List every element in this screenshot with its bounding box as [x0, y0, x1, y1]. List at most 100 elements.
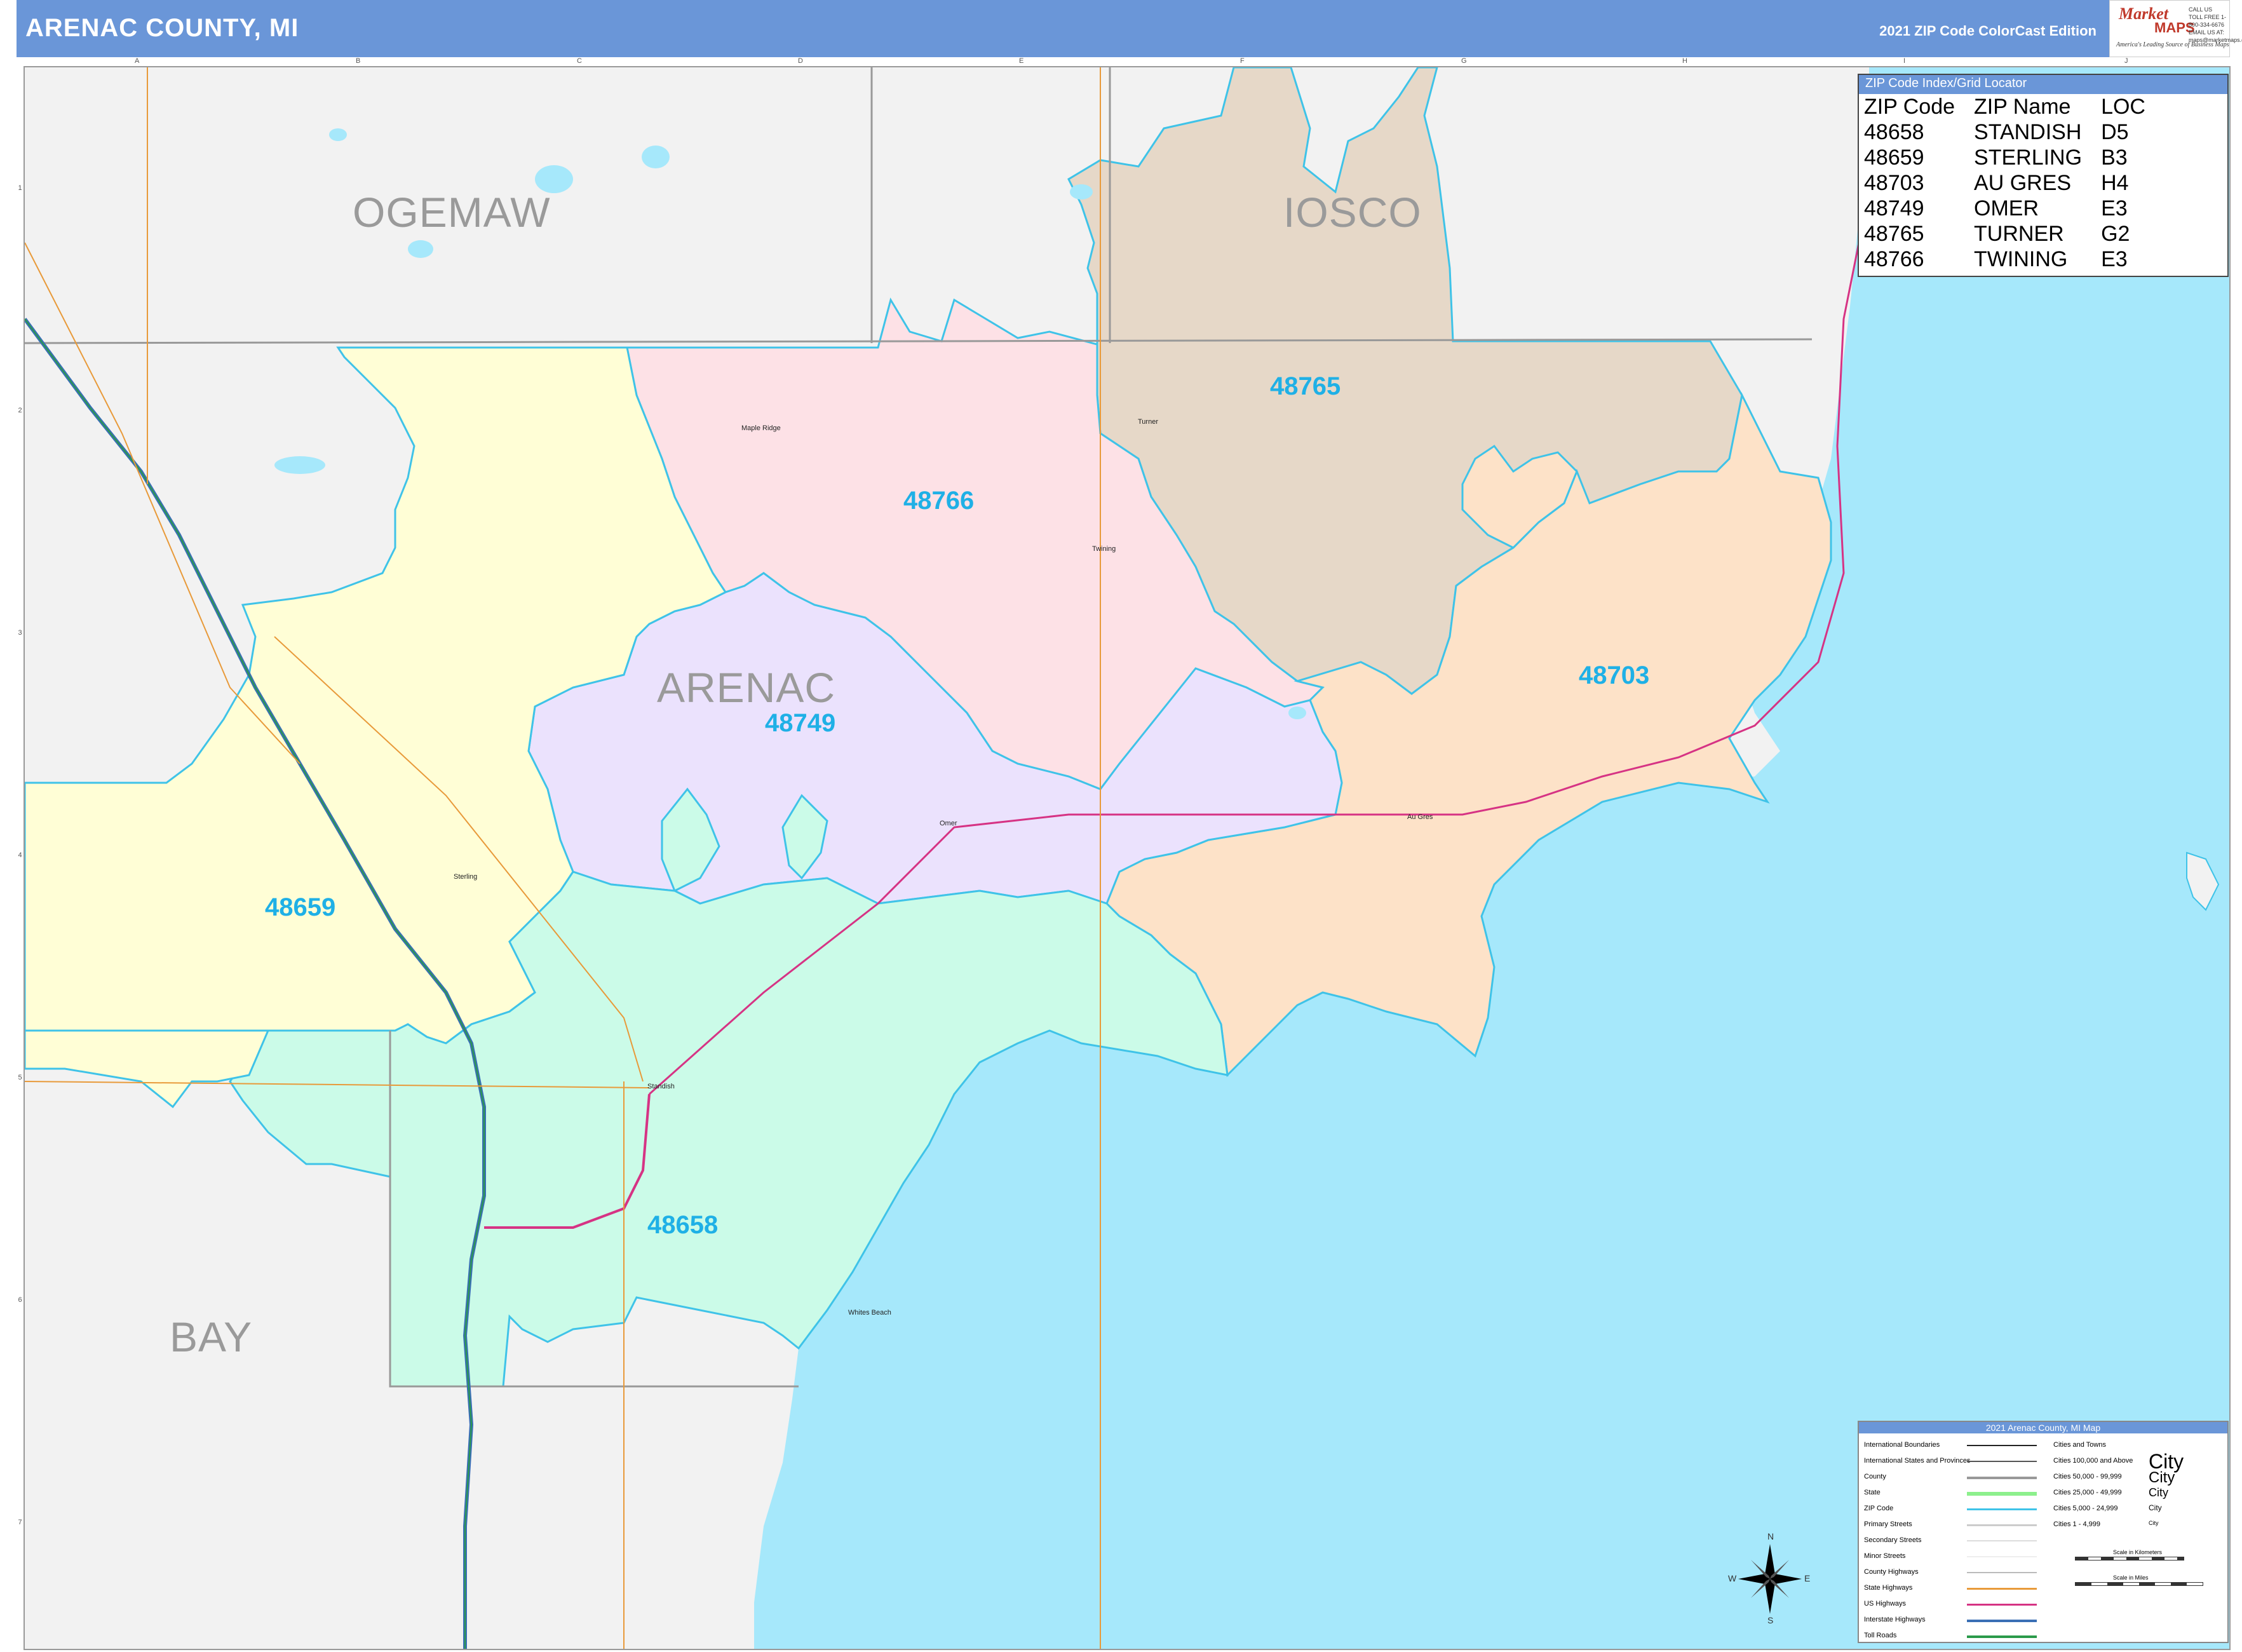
legend-item: International States and Provinces [1864, 1457, 1971, 1465]
legend-item: County [1864, 1473, 1886, 1480]
legend-swatch [1967, 1524, 2037, 1526]
zip-index-title: ZIP Code Index/Grid Locator [1859, 75, 2227, 94]
legend-swatch [1967, 1620, 2037, 1622]
zip-name-cell: TWINING [1974, 247, 2068, 271]
grid-col-d: D [798, 57, 803, 65]
map-legend: 2021 Arenac County, MI Map International… [1858, 1421, 2229, 1643]
legend-swatch [1967, 1477, 2037, 1479]
legend-item: Secondary Streets [1864, 1536, 1922, 1544]
place-omer: Omer [940, 820, 957, 827]
place-sterling: Sterling [454, 873, 478, 881]
title-bar: ARENAC COUNTY, MI 2021 ZIP Code ColorCas… [17, 0, 2242, 57]
zip-index-row: 48766 TWINING E3 [1864, 247, 2164, 272]
legend-swatch [1967, 1508, 2037, 1510]
place-whites-beach: Whites Beach [848, 1309, 891, 1317]
zip-name-cell: OMER [1974, 196, 2039, 220]
zip-name-cell: AU GRES [1974, 171, 2072, 195]
zip-index-row: 48659 STERLING B3 [1864, 145, 2164, 170]
zip-index-header: LOC [2101, 95, 2145, 119]
compass-icon [1738, 1544, 1802, 1614]
legend-item: Primary Streets [1864, 1520, 1912, 1528]
legend-city-sample: City [2149, 1486, 2168, 1499]
map-title: ARENAC COUNTY, MI [25, 14, 299, 42]
legend-swatch [1967, 1445, 2037, 1446]
legend-item: International Boundaries [1864, 1441, 1940, 1449]
zip-label-48703: 48703 [1579, 661, 1650, 689]
scale-bar-mi [2075, 1582, 2203, 1586]
legend-city-class: Cities 50,000 - 99,999 [2053, 1473, 2122, 1480]
zip-index-row: 48765 TURNER G2 [1864, 221, 2164, 247]
legend-city-sample: City [2149, 1469, 2175, 1486]
compass-e: E [1804, 1573, 1811, 1583]
county-label-bay: BAY [170, 1313, 253, 1360]
legend-swatch [1967, 1572, 2037, 1573]
map-canvas[interactable]: OGEMAW IOSCO ARENAC BAY 48765 48766 4874… [24, 66, 2231, 1650]
grid-row-3: 3 [18, 629, 22, 637]
legend-swatch [1967, 1604, 2037, 1606]
place-au-gres: Au Gres [1407, 813, 1433, 821]
zip-label-48659: 48659 [265, 893, 336, 921]
scale-bar-km [2075, 1557, 2184, 1561]
zip-index-panel: ZIP Code Index/Grid Locator ZIP Code ZIP… [1858, 74, 2229, 277]
grid-row-6: 6 [18, 1296, 22, 1304]
legend-city-class: Cities 1 - 4,999 [2053, 1520, 2100, 1528]
zip-label-48766: 48766 [903, 487, 975, 515]
zip-index-table: ZIP Code ZIP Name LOC 48658 STANDISH D5 … [1864, 94, 2164, 272]
county-label-iosco: IOSCO [1283, 189, 1422, 236]
grid-col-j: J [2124, 57, 2128, 65]
legend-cities-title: Cities and Towns [2053, 1441, 2106, 1449]
compass-s: S [1767, 1615, 1774, 1625]
legend-title: 2021 Arenac County, MI Map [1859, 1422, 2227, 1433]
legend-swatch [1967, 1461, 2037, 1462]
grid-col-f: F [1240, 57, 1245, 65]
legend-swatch [1967, 1492, 2037, 1496]
grid-col-g: G [1461, 57, 1467, 65]
legend-swatch [1967, 1588, 2037, 1590]
zip-index-row: 48658 STANDISH D5 [1864, 119, 2164, 145]
legend-city-class: Cities 25,000 - 49,999 [2053, 1489, 2122, 1496]
legend-swatch [1967, 1635, 2037, 1638]
map-svg [25, 67, 2229, 1649]
legend-item: ZIP Code [1864, 1505, 1894, 1512]
grid-col-c: C [577, 57, 582, 65]
place-standish: Standish [647, 1083, 675, 1090]
compass-n: N [1767, 1531, 1774, 1541]
legend-item: State Highways [1864, 1584, 1913, 1592]
market-maps-logo: Market MAPS America's Leading Source of … [2109, 0, 2242, 57]
zip-code-cell: 48659 [1864, 146, 1924, 170]
county-label-arenac: ARENAC [657, 664, 836, 711]
place-twining: Twining [1092, 545, 1116, 553]
grid-row-4: 4 [18, 851, 22, 859]
compass-w: W [1728, 1573, 1737, 1583]
grid-row-1: 1 [18, 184, 22, 192]
logo-contact: CALL US TOLL FREE 1-800-334-6676 EMAIL U… [2189, 6, 2242, 43]
zip-index-row: 48749 OMER E3 [1864, 196, 2164, 221]
grid-col-h: H [1682, 57, 1687, 65]
legend-city-class: Cities 5,000 - 24,999 [2053, 1505, 2118, 1512]
county-label-ogemaw: OGEMAW [353, 189, 551, 236]
zip-code-cell: 48658 [1864, 120, 1924, 144]
zip-loc-cell: E3 [2101, 247, 2128, 271]
legend-city-sample: City [2149, 1503, 2162, 1512]
zip-index-header-row: ZIP Code ZIP Name LOC [1864, 94, 2164, 119]
legend-item: County Highways [1864, 1568, 1919, 1576]
zip-loc-cell: E3 [2101, 196, 2128, 220]
place-turner: Turner [1138, 418, 1158, 426]
legend-item: Toll Roads [1864, 1632, 1897, 1639]
legend-item: US Highways [1864, 1600, 1907, 1608]
zip-name-cell: STERLING [1974, 146, 2083, 170]
zip-code-cell: 48703 [1864, 171, 1924, 195]
zip-code-cell: 48766 [1864, 247, 1924, 271]
grid-col-i: I [1903, 57, 1906, 65]
zip-label-48749: 48749 [765, 709, 836, 737]
legend-scale-mi: Scale in Miles [2113, 1574, 2149, 1581]
zip-index-row: 48703 AU GRES H4 [1864, 170, 2164, 196]
legend-city-sample: City [2149, 1520, 2159, 1526]
grid-col-a: A [135, 57, 140, 65]
zip-name-cell: STANDISH [1974, 120, 2082, 144]
zip-label-48765: 48765 [1270, 372, 1341, 400]
grid-col-e: E [1019, 57, 1024, 65]
legend-item: State [1864, 1489, 1881, 1496]
grid-row-7: 7 [18, 1519, 22, 1526]
grid-row-5: 5 [18, 1074, 22, 1081]
